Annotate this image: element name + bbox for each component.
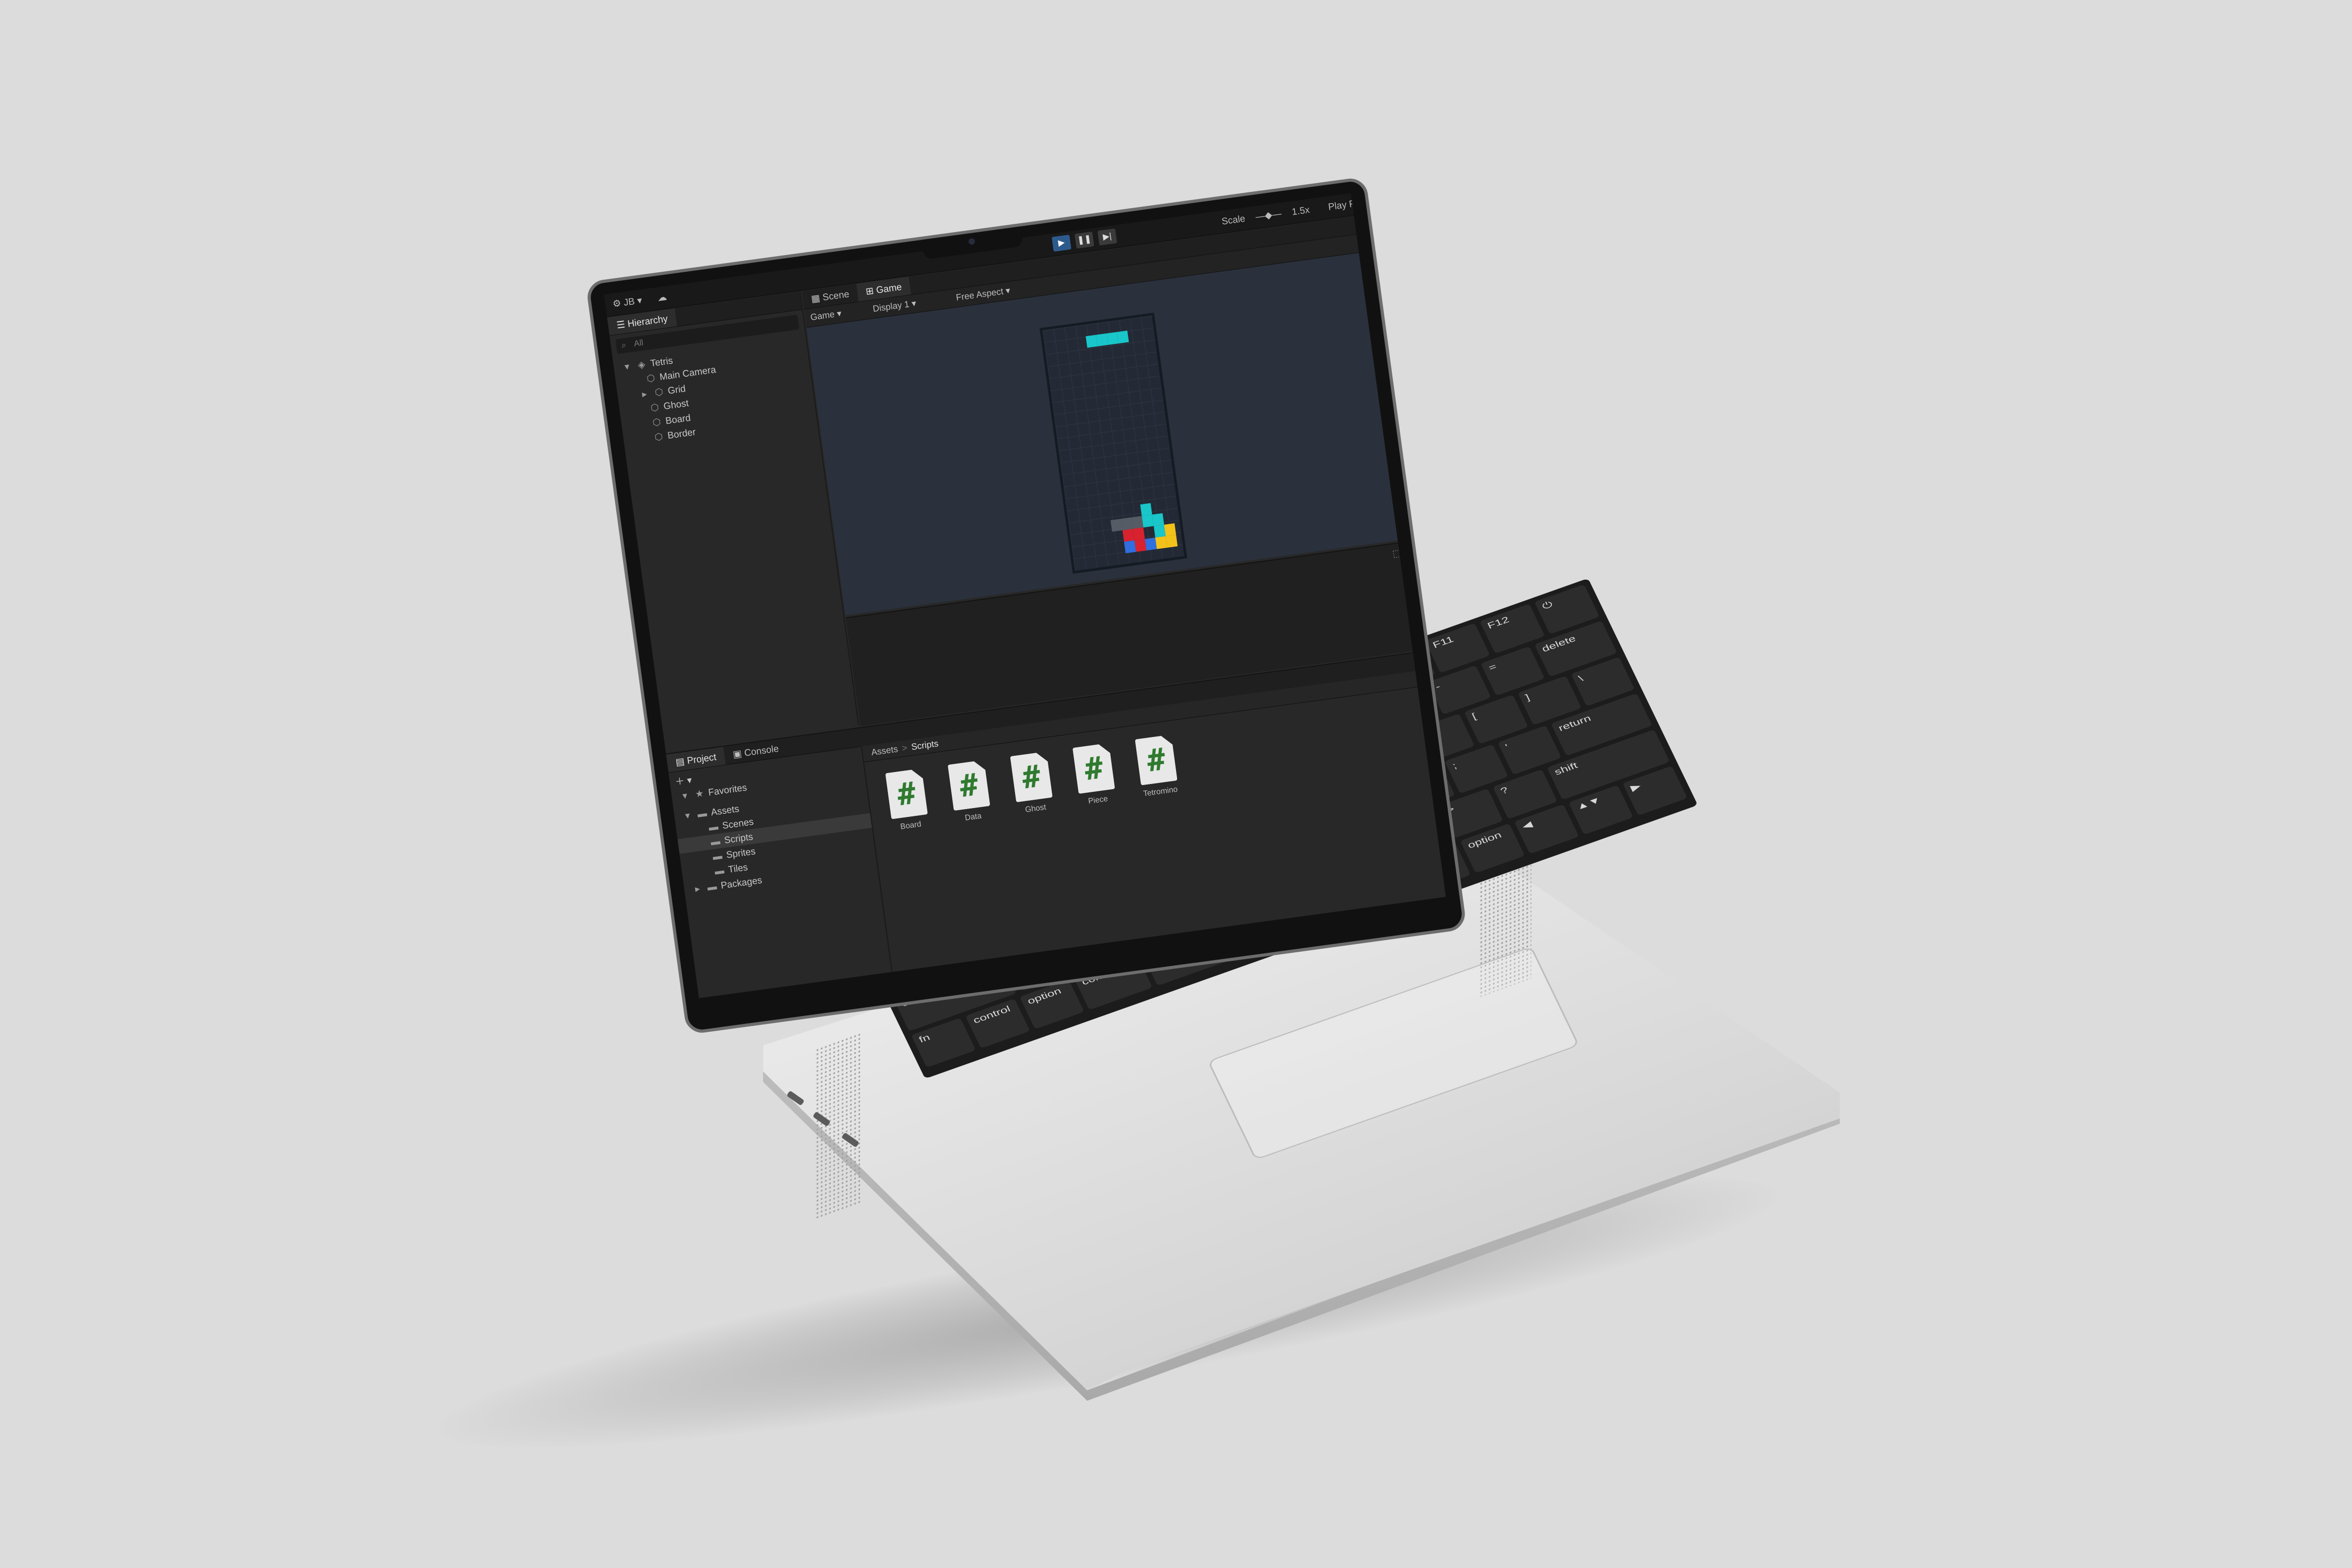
asset-label: Tetromino (1143, 785, 1179, 799)
tree-item-label: Board (665, 412, 691, 426)
game-mode-label: Game (810, 309, 835, 322)
laptop-lid: ⚙ JB ▾ ☁ ▶ ❚❚ ▶| Scale —◆— 1.5x Play Foc… (585, 168, 1530, 1040)
play-focused-label: Play Focused (1328, 194, 1386, 213)
tetris-block (1164, 523, 1177, 536)
chevron-right-icon: ▸ (694, 883, 701, 894)
scale-value: 1.5x (1291, 204, 1310, 217)
chevron-down-icon: ▾ (624, 361, 630, 372)
hierarchy-tree: ▾ ◈ Tetris ⬡ Main Camera ▸ ⬡ Grid ⬡ Ghost ⬡ Boa… (613, 333, 817, 451)
pause-button[interactable]: ❚❚ (1074, 232, 1094, 249)
folder-icon: ▬ (710, 835, 721, 848)
scale-slider[interactable]: —◆— (1255, 208, 1282, 223)
folder-icon: ▬ (697, 808, 708, 820)
project-folder-tree: ＋ ▾ ▾ ★ Favorites ▾ ▬ Assets ▬ Scenes ▬ Script… (668, 746, 895, 998)
camera-icon (968, 238, 976, 245)
tab-game-label: Game (875, 281, 903, 296)
tree-item-label: Tetris (649, 355, 674, 369)
asset-data-script[interactable]: # Data (944, 759, 996, 824)
tab-console-label: Console (743, 743, 780, 758)
breadcrumb-separator: > (901, 742, 908, 754)
gameobject-icon: ⬡ (652, 416, 662, 428)
cloud-icon[interactable]: ☁ (656, 292, 667, 304)
tetris-block (1152, 513, 1165, 526)
tree-item-label: Sprites (725, 846, 756, 860)
screen-bezel: ⚙ JB ▾ ☁ ▶ ❚❚ ▶| Scale —◆— 1.5x Play Foc… (585, 176, 1467, 1035)
csharp-script-icon: # (1073, 743, 1115, 793)
csharp-script-icon: # (1010, 752, 1053, 802)
panel-tools-icons[interactable]: ⬚ ⚙ ✎ ⋮ (1392, 543, 1436, 560)
tree-item-label: Assets (710, 803, 740, 818)
chevron-down-icon: ▾ (682, 790, 688, 801)
mockup-scene: escF1F2F3F4F5F6F7F8F9F10F11F12⏻ ~1234567… (0, 0, 2352, 1568)
unity-editor-window: ⚙ JB ▾ ☁ ▶ ❚❚ ▶| Scale —◆— 1.5x Play Foc… (604, 193, 1446, 998)
aspect-label: Free Aspect (955, 286, 1004, 303)
asset-label: Board (900, 820, 922, 832)
tab-project-label: Project (686, 751, 717, 766)
tab-hierarchy-label: Hierarchy (627, 313, 668, 329)
asset-tetromino-script[interactable]: # Tetromino (1131, 734, 1183, 799)
csharp-script-icon: # (885, 768, 928, 819)
search-icon: ⌕ (620, 340, 627, 350)
folder-icon: ▬ (712, 850, 723, 862)
tetris-board (1040, 313, 1187, 574)
gameobject-icon: ⬡ (654, 431, 664, 443)
display-label: Display 1 (872, 299, 910, 314)
breadcrumb-scripts[interactable]: Scripts (910, 739, 939, 752)
tree-item-label: Favorites (707, 782, 748, 798)
step-button[interactable]: ▶| (1097, 228, 1117, 246)
scale-label: Scale (1221, 213, 1246, 227)
tetris-block (1166, 535, 1178, 548)
tetris-block (1140, 503, 1152, 516)
gameobject-icon: ⬡ (650, 401, 660, 413)
tree-item-label: Ghost (663, 397, 689, 412)
display-dropdown[interactable]: Display 1 ▾ (872, 298, 917, 314)
gameobject-icon: ⬡ (654, 386, 664, 398)
star-icon: ★ (694, 788, 705, 800)
asset-label: Data (964, 811, 982, 823)
chevron-right-icon: ▸ (641, 388, 648, 400)
tab-scene-label: Scene (822, 289, 850, 303)
left-speaker-grille (815, 1031, 862, 1221)
tree-item-label: Scripts (723, 831, 754, 846)
folder-icon: ▬ (706, 881, 718, 893)
asset-label: Ghost (1024, 802, 1047, 815)
tetris-block (1124, 540, 1136, 554)
gameobject-icon: ⬡ (645, 372, 656, 384)
csharp-script-icon: # (948, 760, 990, 811)
tree-item-label: Tiles (727, 861, 748, 875)
play-button[interactable]: ▶ (1052, 234, 1071, 252)
unity-scene-icon: ◈ (637, 359, 646, 371)
play-controls: ▶ ❚❚ ▶| (1052, 228, 1117, 252)
asset-label: Piece (1087, 794, 1109, 806)
csharp-script-icon: # (1135, 734, 1178, 785)
asset-board-script[interactable]: # Board (882, 768, 933, 833)
asset-ghost-script[interactable]: # Ghost (1006, 751, 1058, 816)
breadcrumb-assets[interactable]: Assets (871, 744, 898, 757)
tetris-block (1116, 330, 1129, 344)
play-focused-dropdown[interactable]: Play Focused ▾ (1328, 193, 1393, 213)
tree-item-label: Scenes (721, 816, 755, 831)
tree-item-label: Grid (667, 383, 686, 396)
tree-item-label: Border (666, 426, 697, 441)
project-asset-browser: Assets > Scripts # Board # Data # Ghost # Piec… (862, 666, 1446, 989)
folder-icon: ▬ (714, 864, 725, 877)
folder-icon: ▬ (708, 821, 719, 833)
tetris-block (1133, 527, 1145, 540)
account-button[interactable]: ⚙ JB ▾ (612, 295, 643, 310)
tree-item-label: Packages (720, 874, 763, 891)
search-placeholder: All (633, 338, 644, 349)
game-mode-dropdown[interactable]: Game ▾ (810, 308, 842, 323)
account-label: JB (622, 296, 636, 308)
aspect-dropdown[interactable]: Free Aspect ▾ (955, 285, 1011, 303)
chevron-down-icon: ▾ (684, 810, 691, 821)
tetris-block (1131, 516, 1144, 529)
asset-piece-script[interactable]: # Piece (1069, 742, 1121, 807)
